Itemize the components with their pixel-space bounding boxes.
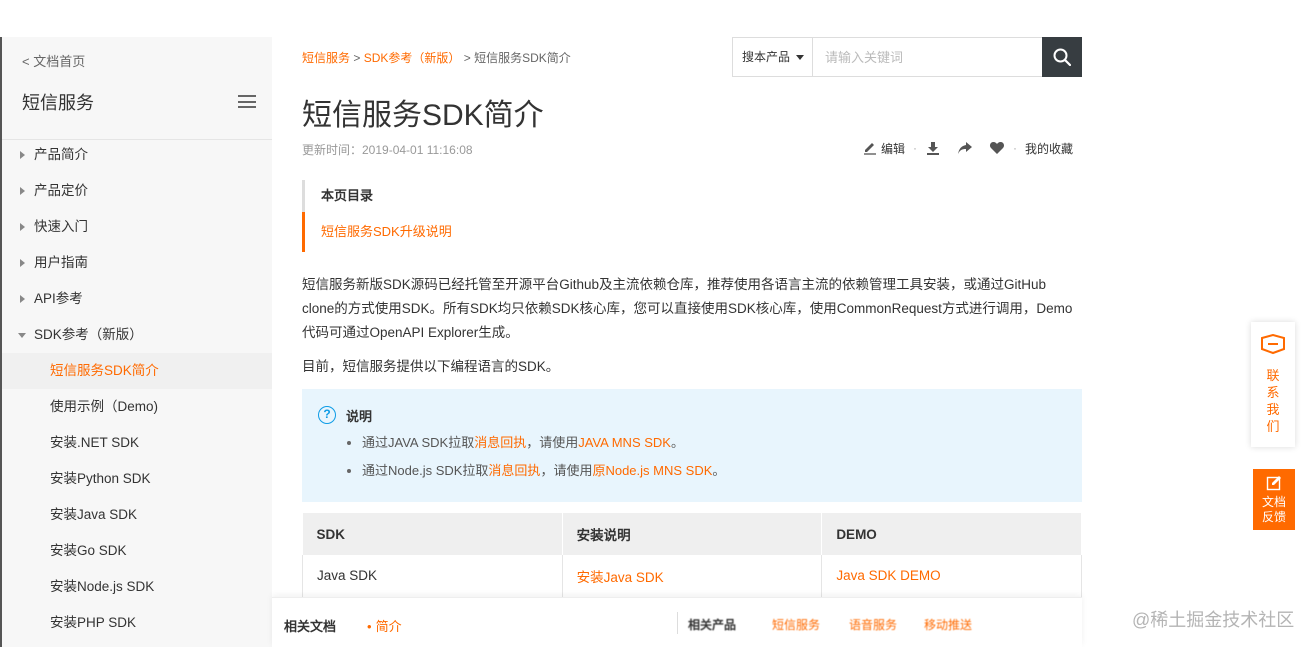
message-receipt-link[interactable]: 消息回执 (474, 435, 526, 450)
related-products-label: 相关产品 (688, 618, 737, 632)
list-item: 通过JAVA SDK拉取消息回执，请使用JAVA MNS SDK。 (347, 433, 1082, 453)
sidebar-title: 短信服务 (22, 93, 94, 113)
table-row: Java SDK 安装Java SDK Java SDK DEMO (302, 555, 1082, 598)
column-header-sdk: SDK (302, 513, 563, 555)
java-mns-sdk-link[interactable]: JAVA MNS SDK (578, 435, 671, 450)
related-docs-bar: 相关文档 简介 相关产品 短信服务 语音服务 移动推送 (272, 597, 1082, 647)
breadcrumb-item-sdk-reference[interactable]: SDK参考（新版） (364, 51, 461, 65)
chevron-right-icon (20, 187, 25, 195)
my-favorites-link[interactable]: 我的收藏 (1025, 140, 1073, 157)
sdk-table: SDK 安装说明 DEMO Java SDK 安装Java SDK Java S… (302, 513, 1082, 598)
cell-sdk: Java SDK (302, 555, 563, 598)
intro-paragraph: 短信服务新版SDK源码已经托管至开源平台Github及主流依赖仓库，推荐使用各语… (302, 277, 1073, 340)
pencil-icon (864, 143, 876, 155)
chevron-right-icon (20, 259, 25, 267)
download-icon[interactable] (925, 140, 941, 156)
install-java-sdk-link[interactable]: 安装Java SDK (577, 570, 664, 585)
sidebar: < 文档首页 短信服务 产品简介 产品定价 快速入门 用户指南 API参考 SD… (0, 37, 272, 647)
search-scope-dropdown[interactable]: 搜本产品 (733, 38, 813, 76)
sidebar-subitem-java-sdk[interactable]: 安装Java SDK (2, 497, 272, 533)
table-of-contents: 本页目录 短信服务SDK升级说明 (302, 180, 1082, 252)
edit-square-icon (1266, 476, 1281, 491)
chevron-right-icon (20, 151, 25, 159)
sidebar-subitem-demo[interactable]: 使用示例（Demo) (2, 389, 272, 425)
breadcrumb-item-current: 短信服务SDK简介 (474, 51, 571, 65)
sidebar-subitem-php-sdk[interactable]: 安装PHP SDK (2, 605, 272, 641)
sdk-paragraph: 目前，短信服务提供以下编程语言的SDK。 (302, 359, 560, 374)
breadcrumb-item-sms[interactable]: 短信服务 (302, 51, 350, 65)
doc-feedback-button[interactable]: 文档 反馈 (1253, 469, 1295, 530)
sidebar-item-product-intro[interactable]: 产品简介 (2, 137, 272, 173)
sidebar-subitem-go-sdk[interactable]: 安装Go SDK (2, 533, 272, 569)
chevron-right-icon (20, 223, 25, 231)
column-header-demo: DEMO (821, 513, 1082, 555)
search-bar: 搜本产品 (732, 37, 1082, 77)
share-icon[interactable] (957, 140, 973, 156)
caret-down-icon (796, 55, 804, 60)
contact-us-label: 联系我们 (1266, 368, 1280, 434)
sidebar-item-api-reference[interactable]: API参考 (2, 281, 272, 317)
sidebar-nav: 产品简介 产品定价 快速入门 用户指南 API参考 SDK参考（新版） 短信服务… (2, 137, 272, 641)
search-input[interactable] (813, 38, 1042, 76)
note-box: ? 说明 通过JAVA SDK拉取消息回执，请使用JAVA MNS SDK。 通… (302, 389, 1082, 502)
divider (677, 612, 678, 634)
note-list: 通过JAVA SDK拉取消息回执，请使用JAVA MNS SDK。 通过Node… (347, 433, 1082, 481)
nodejs-mns-sdk-link[interactable]: 原Node.js MNS SDK (592, 463, 712, 478)
toc-heading: 本页目录 (302, 180, 1082, 212)
heart-icon[interactable] (989, 140, 1005, 156)
search-icon (1053, 48, 1071, 66)
search-button[interactable] (1042, 37, 1082, 77)
related-product-link[interactable]: 语音服务 (849, 616, 897, 633)
note-title: 说明 (346, 408, 373, 424)
back-to-docs-link[interactable]: < 文档首页 (22, 51, 85, 70)
contact-us-button[interactable]: 联系我们 (1251, 322, 1295, 447)
hamburger-menu-icon[interactable] (238, 95, 256, 108)
list-item: 通过Node.js SDK拉取消息回执，请使用原Node.js MNS SDK。 (347, 461, 1082, 481)
chat-bubble-icon (1261, 333, 1285, 355)
sidebar-item-quickstart[interactable]: 快速入门 (2, 209, 272, 245)
related-doc-link[interactable]: 简介 (367, 616, 402, 635)
table-header-row: SDK 安装说明 DEMO (302, 513, 1082, 555)
question-circle-icon: ? (318, 406, 336, 424)
related-docs-label: 相关文档 (284, 619, 337, 634)
sidebar-subitem-sdk-intro[interactable]: 短信服务SDK简介 (2, 353, 272, 389)
chevron-right-icon (20, 295, 25, 303)
toc-item-sdk-upgrade[interactable]: 短信服务SDK升级说明 (302, 212, 1082, 252)
breadcrumb: 短信服务 > SDK参考（新版） > 短信服务SDK简介 (302, 49, 571, 66)
sidebar-item-user-guide[interactable]: 用户指南 (2, 245, 272, 281)
breadcrumb-separator: > (463, 51, 471, 65)
chevron-down-icon (18, 333, 26, 338)
sidebar-item-sdk-reference[interactable]: SDK参考（新版） (2, 317, 272, 353)
watermark: @稀土掘金技术社区 (1132, 610, 1295, 630)
doc-toolbar: 编辑 · · 我的收藏 (862, 138, 1073, 158)
column-header-install: 安装说明 (562, 513, 823, 555)
sidebar-subitem-nodejs-sdk[interactable]: 安装Node.js SDK (2, 569, 272, 605)
page-title: 短信服务SDK简介 (302, 99, 544, 132)
sidebar-item-pricing[interactable]: 产品定价 (2, 173, 272, 209)
breadcrumb-separator: > (353, 51, 361, 65)
edit-button[interactable]: 编辑 (862, 140, 905, 157)
sidebar-subitem-dotnet-sdk[interactable]: 安装.NET SDK (2, 425, 272, 461)
java-sdk-demo-link[interactable]: Java SDK DEMO (836, 568, 940, 583)
related-product-link[interactable]: 短信服务 (772, 616, 820, 633)
update-time: 更新时间：2019-04-01 11:16:08 (302, 143, 473, 157)
sidebar-subitem-python-sdk[interactable]: 安装Python SDK (2, 461, 272, 497)
related-product-link[interactable]: 移动推送 (924, 616, 972, 633)
message-receipt-link[interactable]: 消息回执 (488, 463, 540, 478)
